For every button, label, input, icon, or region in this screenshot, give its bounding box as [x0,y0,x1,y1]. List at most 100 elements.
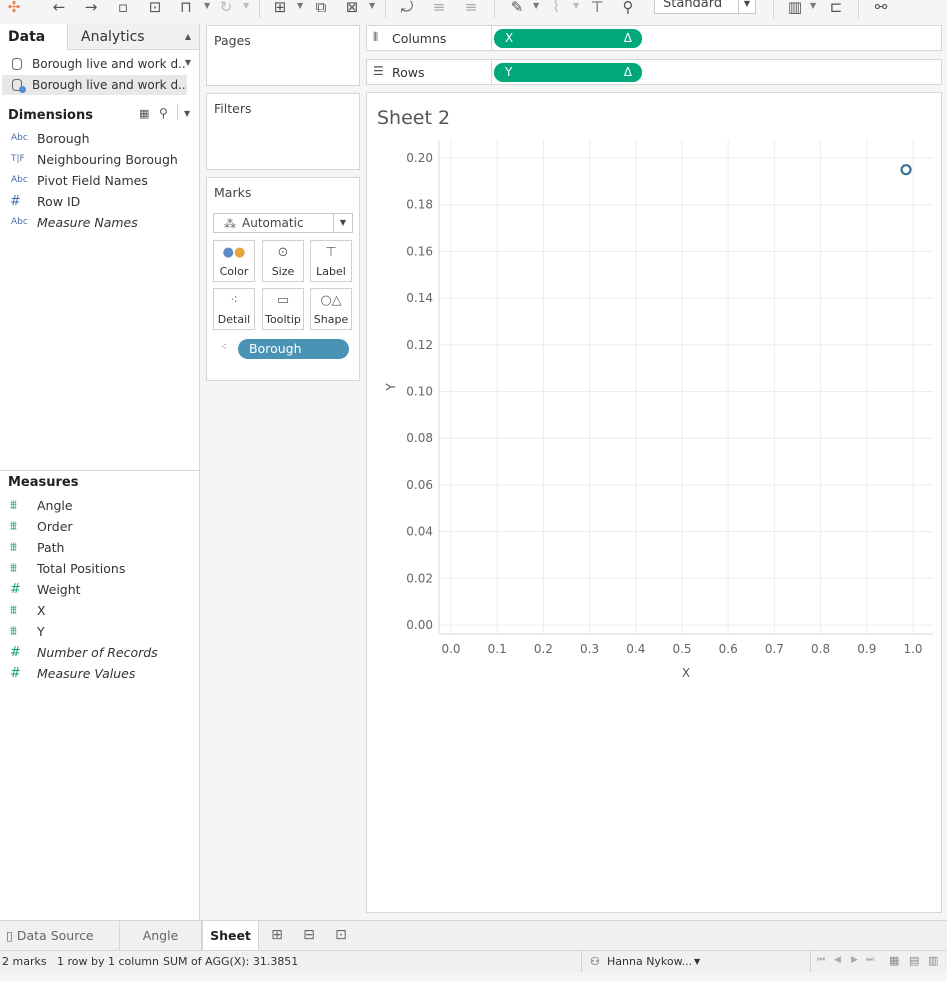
group-icon[interactable]: ⌇ [547,0,565,16]
size-button[interactable]: ⊙ Size [262,240,304,282]
filters-shelf[interactable]: Filters [206,93,360,170]
field-label: Measure Names [37,215,138,230]
save-icon[interactable]: ▫ [114,0,132,16]
new-worksheet-icon[interactable]: ⊞ [268,927,286,945]
view-size-select[interactable]: Standard ▼ [654,0,756,14]
filters-title: Filters [214,101,252,116]
measure-field[interactable]: ⩩ Order [0,516,199,537]
user-menu[interactable]: ⚇ Hanna Nykow... ▼ [588,951,706,972]
tooltip-label: Tooltip [265,313,301,326]
worksheet-view[interactable]: Sheet 2 0.0 0.1 0.2 0.3 0.4 0.5 0.6 0.7 0.8 0.9 1.… [366,92,942,913]
new-story-icon[interactable]: ⊡ [332,927,350,945]
paste-caret-icon[interactable]: ▼ [204,0,210,12]
borough-detail-pill[interactable]: Borough [238,339,349,359]
highlight-icon[interactable]: ✎ [508,0,526,16]
measure-field[interactable]: # Number of Records [0,642,199,663]
number-type-icon: # [10,666,21,681]
toolbar-separator [494,0,495,18]
x-tick-label: 0.4 [626,642,645,656]
measure-field[interactable]: ⩩ Path [0,537,199,558]
redo-icon[interactable]: → [82,0,100,16]
tableau-logo-icon[interactable]: ✣ [5,0,23,16]
pane-menu-icon[interactable]: ▼ [184,109,190,118]
view-as-list-icon[interactable]: ▦ [139,107,149,120]
measures-header: Measures [8,475,79,490]
undo-icon[interactable]: ← [50,0,68,16]
previous-sheet-icon[interactable]: ◀ [834,955,841,965]
label-icon: ⊤ [325,245,337,260]
shape-button[interactable]: ○△ Shape [310,288,352,330]
sort-descending-icon[interactable]: ≡ [462,0,480,16]
sort-ascending-icon[interactable]: ≡ [430,0,448,16]
new-worksheet-icon[interactable]: ⊞ [271,0,289,16]
y-tick-label: 0.08 [406,431,433,445]
data-source-item[interactable]: Borough live and work d... [2,54,187,74]
mark-type-select[interactable]: ⁂ Automatic ▼ [213,213,353,233]
first-sheet-icon[interactable]: ⏮ [817,955,825,965]
swap-icon[interactable]: ⤾ [398,0,416,16]
pin-icon[interactable]: ⚲ [619,0,637,16]
pane-divider[interactable] [0,470,199,471]
next-sheet-icon[interactable]: ▶ [851,955,858,965]
group-caret-icon[interactable]: ▼ [573,0,579,12]
share-icon[interactable]: ⚯ [872,0,890,16]
highlight-caret-icon[interactable]: ▼ [533,0,539,12]
rows-shelf[interactable]: ☰ Rows Y Δ [366,59,942,85]
measure-field[interactable]: ⩩ X [0,600,199,621]
last-sheet-icon[interactable]: ⏭ [866,955,874,965]
refresh-caret-icon[interactable]: ▼ [243,0,249,12]
boolean-type-icon: T|F [11,154,25,164]
measure-field[interactable]: # Weight [0,579,199,600]
y-tick-label: 0.12 [406,338,433,352]
marks-count: 2 marks [2,955,47,968]
show-filmstrip-icon[interactable]: ▤ [909,954,919,967]
measure-field[interactable]: ⩩ Total Positions [0,558,199,579]
detail-button[interactable]: ⁖ Detail [213,288,255,330]
measure-field[interactable]: # Measure Values [0,663,199,684]
new-data-source-icon[interactable]: ⊡ [146,0,164,16]
pages-shelf[interactable]: Pages [206,25,360,86]
presentation-icon[interactable]: ⊏ [827,0,845,16]
scatter-chart[interactable]: 0.0 0.1 0.2 0.3 0.4 0.5 0.6 0.7 0.8 0.9 1.0 0.00 0.0… [367,93,941,912]
tab-data-source[interactable]: ▯ Data Source [0,921,120,951]
y-tick-label: 0.06 [406,478,433,492]
dimension-field[interactable]: # Row ID [0,191,199,212]
show-tabs-icon[interactable]: ▥ [928,954,938,967]
tab-angle-check[interactable]: Angle check [120,921,202,973]
x-column-pill[interactable]: X Δ [494,29,642,48]
dimension-field[interactable]: Abc Pivot Field Names [0,170,199,191]
data-source-item-selected[interactable]: Borough live and work d... [2,75,187,95]
y-row-pill[interactable]: Y Δ [494,63,642,82]
paste-icon[interactable]: ⊓ [177,0,195,16]
show-me-caret-icon[interactable]: ▼ [810,0,816,12]
duplicate-icon[interactable]: ⧉ [312,0,330,16]
clear-caret-icon[interactable]: ▼ [369,0,375,12]
toolbar-separator [858,0,859,18]
tab-analytics[interactable]: Analytics ▲ ▼ [67,24,199,67]
tab-data[interactable]: Data [0,24,67,50]
refresh-icon[interactable]: ↻ [217,0,235,16]
dimension-field[interactable]: T|F Neighbouring Borough [0,149,199,170]
tooltip-icon: ▭ [276,293,290,308]
dimension-field[interactable]: Abc Measure Names [0,212,199,233]
label-icon[interactable]: ⊤ [588,0,606,16]
columns-shelf[interactable]: ⫴ Columns X Δ [366,25,942,51]
show-sheet-sorter-icon[interactable]: ▦ [889,954,899,967]
rows-label: Rows [392,65,425,80]
chevron-down-icon: ▼ [694,957,701,966]
clear-icon[interactable]: ⊠ [343,0,361,16]
color-button[interactable]: ●● Color [213,240,255,282]
field-label: Row ID [37,194,81,209]
dimension-field[interactable]: Abc Borough [0,128,199,149]
measure-field[interactable]: ⩩ Angle [0,495,199,516]
x-tick-label: 0.3 [580,642,599,656]
user-icon: ⚇ [590,955,600,968]
tooltip-button[interactable]: ▭ Tooltip [262,288,304,330]
tab-sheet-2[interactable]: Sheet 2 [202,921,259,973]
show-me-icon[interactable]: ▥ [786,0,804,16]
search-icon[interactable]: ⚲ [159,106,168,120]
new-worksheet-caret-icon[interactable]: ▼ [297,0,303,12]
label-button[interactable]: ⊤ Label [310,240,352,282]
new-dashboard-icon[interactable]: ⊟ [300,927,318,945]
measure-field[interactable]: ⩩ Y [0,621,199,642]
